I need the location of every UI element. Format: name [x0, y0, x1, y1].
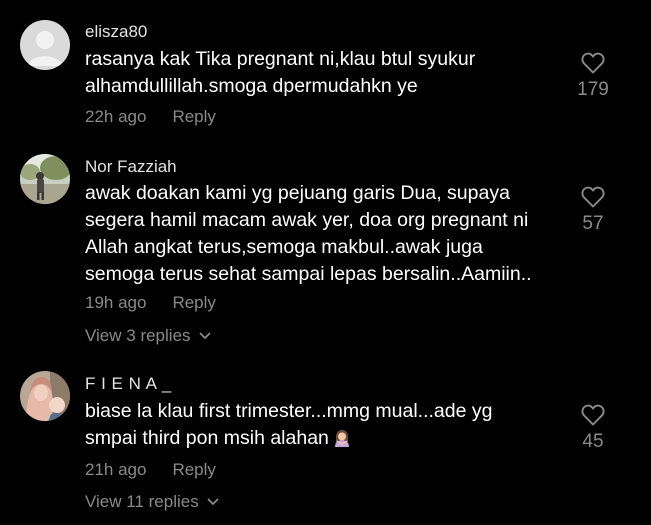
- comment-text-segment: smpai third pon msih alahan: [85, 427, 329, 449]
- view-replies-button[interactable]: View 3 replies: [85, 326, 211, 346]
- comment-text-line: awak doakan kami yg pejuang garis Dua, s…: [85, 182, 510, 204]
- default-avatar-icon: [20, 20, 70, 70]
- comment-text-line: Allah angkat terus,semoga makbul..awak j…: [85, 236, 483, 258]
- comment-meta: 19h ago Reply: [85, 293, 216, 313]
- reply-button[interactable]: Reply: [172, 107, 215, 126]
- chevron-down-icon: [207, 498, 219, 505]
- user-avatar[interactable]: [20, 20, 70, 70]
- user-avatar[interactable]: [20, 154, 70, 204]
- like-button[interactable]: 179: [563, 52, 623, 101]
- emoji-graphic: [334, 430, 349, 447]
- comment-text: awak doakan kami yg pejuang garis Dua, s…: [85, 180, 555, 288]
- like-count: 57: [582, 213, 604, 234]
- comment-timestamp: 21h ago: [85, 460, 147, 479]
- heart-icon: [581, 52, 605, 74]
- view-replies-label: View 11 replies: [85, 492, 199, 511]
- comment-username[interactable]: Nor Fazziah: [85, 157, 177, 177]
- comment-text: rasanya kak Tika pregnant ni,klau btul s…: [85, 46, 555, 100]
- user-avatar[interactable]: [20, 371, 70, 421]
- woman-gesturing-emoji-icon: [333, 428, 351, 455]
- comment-username[interactable]: elisza80: [85, 22, 147, 42]
- view-replies-label: View 3 replies: [85, 326, 191, 345]
- like-count: 45: [582, 431, 604, 452]
- photo-avatar-icon: [20, 154, 70, 204]
- comment-text: biase la klau first trimester...mmg mual…: [85, 398, 555, 455]
- reply-button[interactable]: Reply: [172, 293, 215, 312]
- like-button[interactable]: 45: [563, 404, 623, 453]
- reply-button[interactable]: Reply: [172, 460, 215, 479]
- comment-meta: 21h ago Reply: [85, 460, 216, 480]
- comment-text-line: segera hamil macam awak yer, doa org pre…: [85, 209, 529, 231]
- heart-icon: [581, 186, 605, 208]
- chevron-down-icon: [199, 332, 210, 339]
- comment-text-line: semoga terus sehat sampai lepas bersalin…: [85, 263, 532, 285]
- like-button[interactable]: 57: [563, 186, 623, 235]
- view-replies-button[interactable]: View 11 replies: [85, 492, 219, 512]
- comment-meta: 22h ago Reply: [85, 107, 216, 127]
- heart-icon: [581, 404, 605, 426]
- comment-text-line: smpai third pon msih alahan: [85, 425, 555, 455]
- photo-avatar-icon: [20, 371, 70, 421]
- comment-timestamp: 19h ago: [85, 293, 147, 312]
- like-count: 179: [577, 79, 609, 100]
- comment-username[interactable]: F I E N A _: [85, 374, 172, 394]
- comment-text-line: alhamdullillah.smoga dpermudahkn ye: [85, 75, 418, 97]
- comment-text-line: biase la klau first trimester...mmg mual…: [85, 400, 493, 422]
- comment-text-line: rasanya kak Tika pregnant ni,klau btul s…: [85, 48, 476, 70]
- comment-timestamp: 22h ago: [85, 107, 147, 126]
